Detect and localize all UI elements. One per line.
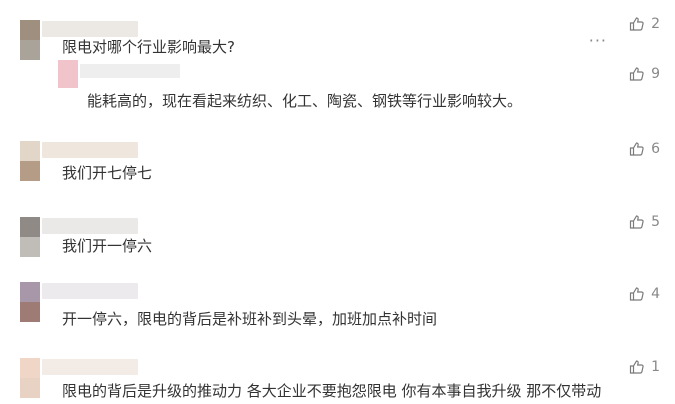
thumbs-up-icon: [629, 67, 644, 81]
like-count: 5: [651, 214, 660, 230]
thumbs-up-icon: [629, 215, 644, 229]
like-count: 1: [651, 359, 660, 375]
avatar-top: [20, 217, 40, 237]
thumbs-up-icon: [629, 287, 644, 301]
like-count: 9: [651, 66, 660, 82]
thumbs-up-icon: [629, 17, 644, 31]
avatar-top: [20, 141, 40, 161]
like-button[interactable]: 4: [629, 286, 660, 302]
avatar-bottom: [20, 378, 40, 398]
avatar-bottom: [20, 40, 40, 60]
username-blur[interactable]: [42, 142, 138, 158]
avatar[interactable]: [20, 282, 40, 322]
thumbs-up-icon: [629, 360, 644, 374]
like-button[interactable]: 2: [629, 16, 660, 32]
reply-username-blur[interactable]: [80, 64, 180, 78]
avatar[interactable]: [20, 358, 40, 398]
like-count: 4: [651, 286, 660, 302]
avatar-bottom: [20, 237, 40, 257]
avatar[interactable]: [20, 217, 40, 257]
like-count: 6: [651, 141, 660, 157]
comment-text: 限电的背后是升级的推动力 各大企业不要抱怨限电 你有本事自我升级 那不仅带动: [62, 382, 602, 400]
like-button[interactable]: 6: [629, 141, 660, 157]
comment-text: 我们开一停六: [62, 237, 153, 255]
comment-text: 限电对哪个行业影响最大?: [62, 38, 235, 56]
username-blur[interactable]: [42, 21, 138, 37]
comment-text: 开一停六，限电的背后是补班补到头晕，加班加点补时间: [62, 310, 438, 328]
avatar-bottom: [20, 302, 40, 322]
more-icon[interactable]: ···: [589, 31, 607, 50]
avatar-bottom: [20, 161, 40, 181]
like-count: 2: [651, 16, 660, 32]
username-blur[interactable]: [42, 218, 138, 234]
avatar[interactable]: [20, 20, 40, 60]
like-button[interactable]: 9: [629, 66, 660, 82]
username-blur[interactable]: [42, 359, 138, 375]
comment-text: 我们开七停七: [62, 164, 153, 182]
avatar-top: [20, 20, 40, 40]
like-button[interactable]: 5: [629, 214, 660, 230]
reply-text: 能耗高的，现在看起来纺织、化工、陶瓷、钢铁等行业影响较大。: [87, 92, 523, 110]
like-button[interactable]: 1: [629, 359, 660, 375]
avatar-top: [20, 282, 40, 302]
reply-avatar[interactable]: [58, 60, 78, 88]
avatar[interactable]: [20, 141, 40, 181]
username-blur[interactable]: [42, 283, 138, 299]
thumbs-up-icon: [629, 142, 644, 156]
avatar-top: [20, 358, 40, 378]
